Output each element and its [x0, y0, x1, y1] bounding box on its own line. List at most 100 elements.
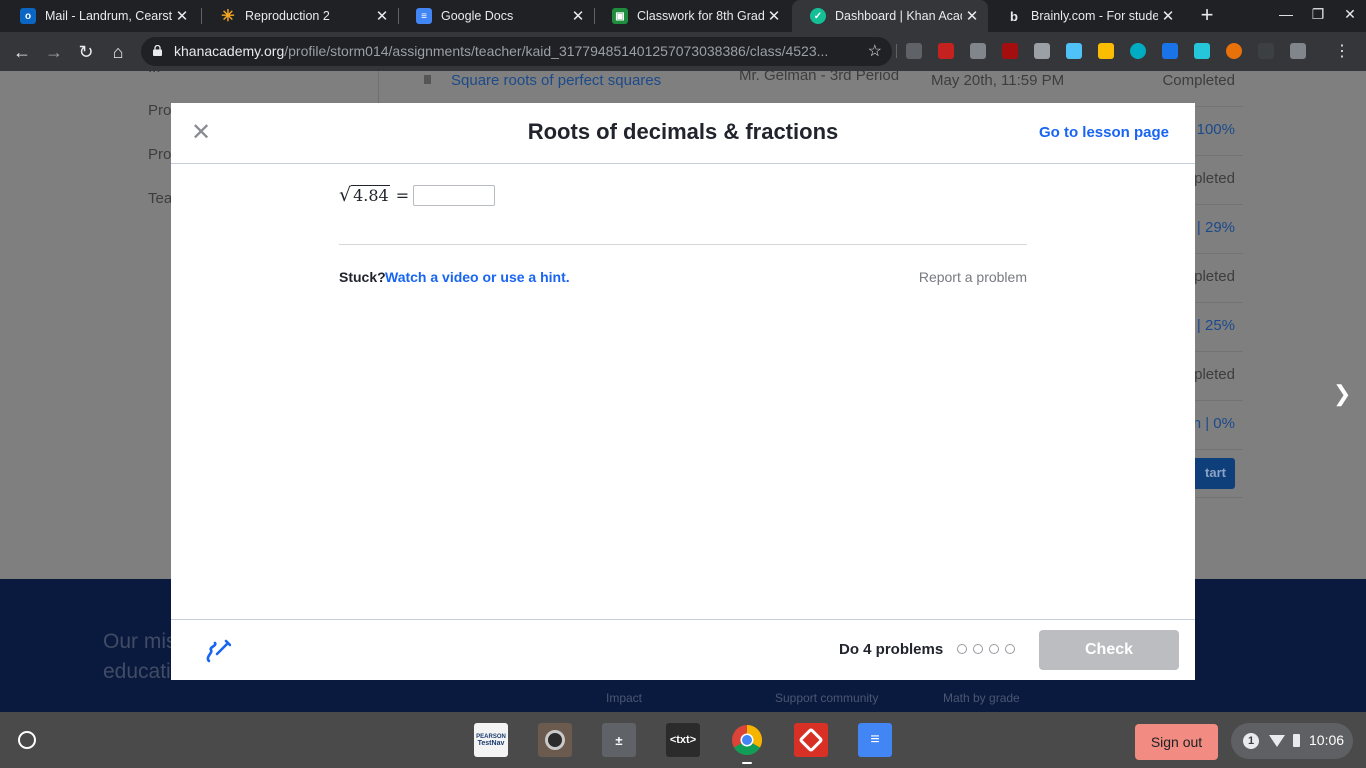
- tab-title: Reproduction 2: [245, 9, 330, 23]
- extension-ct-icon[interactable]: [906, 43, 922, 59]
- extension-blocks-icon[interactable]: [1098, 43, 1114, 59]
- assignment-link[interactable]: Square roots of perfect squares: [451, 72, 661, 89]
- menu-kebab-icon[interactable]: ⋮: [1330, 40, 1354, 64]
- launcher-circle-icon[interactable]: [18, 731, 36, 749]
- status-text: pleted: [1194, 268, 1235, 285]
- progress-dot: [1005, 644, 1015, 654]
- tab-title: Classwork for 8th Grade: [637, 9, 764, 23]
- close-icon[interactable]: ✕: [1158, 7, 1178, 25]
- extension-qr-icon[interactable]: [970, 43, 986, 59]
- reload-icon[interactable]: ↻: [74, 40, 98, 64]
- url-text: khanacademy.org/profile/storm014/assignm…: [174, 43, 829, 59]
- footer-link[interactable]: Support community: [775, 691, 878, 705]
- document-icon: [424, 75, 431, 84]
- progress-dot: [989, 644, 999, 654]
- chevron-right-icon[interactable]: ❯: [1333, 381, 1351, 407]
- status-text: Completed: [1162, 72, 1235, 89]
- forward-arrow-icon[interactable]: →: [42, 40, 66, 64]
- progress-dot: [957, 644, 967, 654]
- math-expression: √ 4.84 =: [339, 185, 413, 205]
- status-text: | 29%: [1196, 219, 1235, 236]
- active-app-indicator: [742, 762, 752, 764]
- home-icon[interactable]: ⌂: [106, 40, 130, 64]
- sign-out-button[interactable]: Sign out: [1135, 724, 1218, 760]
- extension-cup-icon[interactable]: [1194, 43, 1210, 59]
- progress-dot: [973, 644, 983, 654]
- close-icon[interactable]: ✕: [372, 7, 392, 25]
- extension-wave-icon[interactable]: [1162, 43, 1178, 59]
- status-text: pleted: [1194, 366, 1235, 383]
- brainly-icon: b: [1010, 8, 1018, 24]
- tab-brainly[interactable]: b Brainly.com - For students ✕: [988, 0, 1184, 32]
- extension-grid-icon[interactable]: [1258, 43, 1274, 59]
- close-icon[interactable]: ✕: [764, 7, 784, 25]
- extension-arrow-icon[interactable]: [938, 43, 954, 59]
- back-arrow-icon[interactable]: ←: [10, 40, 34, 64]
- text-editor-app[interactable]: <txt>: [666, 723, 700, 757]
- chromeos-shelf: PEARSON TestNav ± <txt> ≡ Sign out 1 10:…: [0, 712, 1366, 768]
- footer-link[interactable]: Math by grade: [943, 691, 1020, 705]
- status-text: pleted: [1194, 170, 1235, 187]
- radicand: 4.84: [351, 185, 390, 205]
- extension-audio-icon[interactable]: [1002, 43, 1018, 59]
- sidebar-item[interactable]: Tea: [148, 190, 172, 207]
- minimize-icon[interactable]: —: [1275, 6, 1297, 26]
- tab-reproduction[interactable]: ✳ Reproduction 2 ✕: [202, 0, 398, 32]
- hint-link[interactable]: Watch a video or use a hint.: [385, 269, 570, 285]
- khan-icon: ✓: [810, 8, 826, 24]
- restore-icon[interactable]: ❐: [1307, 6, 1329, 26]
- extension-puzzle-icon[interactable]: [1290, 43, 1306, 59]
- footer-link[interactable]: Impact: [606, 691, 642, 705]
- notification-badge: 1: [1243, 733, 1259, 749]
- docs-app[interactable]: ≡: [858, 723, 892, 757]
- screencastify-app[interactable]: [794, 723, 828, 757]
- square-root-icon: √: [339, 184, 352, 206]
- sidebar-item[interactable]: Pro: [148, 146, 171, 163]
- window-close-icon[interactable]: ✕: [1339, 6, 1361, 26]
- wifi-icon: [1269, 735, 1285, 747]
- scratchpad-icon[interactable]: [203, 637, 231, 665]
- extension-user-icon[interactable]: [1066, 43, 1082, 59]
- due-date: May 20th, 11:59 PM: [931, 72, 1065, 89]
- extension-color-icon[interactable]: [1226, 43, 1242, 59]
- status-tray[interactable]: 1 10:06: [1231, 723, 1353, 759]
- answer-input[interactable]: [413, 184, 496, 206]
- tab-mail[interactable]: o Mail - Landrum, Cearstar ✕: [2, 0, 198, 32]
- tab-khan-academy[interactable]: ✓ Dashboard | Khan Academy ✕: [792, 0, 988, 32]
- status-text: 100%: [1196, 121, 1235, 138]
- bookmark-star-icon[interactable]: ☆: [868, 41, 882, 61]
- status-text: | 25%: [1196, 317, 1235, 334]
- exercise-modal: ✕ Roots of decimals & fractions Go to le…: [171, 103, 1195, 680]
- progress-dots: [957, 644, 1021, 654]
- close-icon[interactable]: ✕: [962, 7, 982, 25]
- camera-app[interactable]: [538, 723, 572, 757]
- address-bar[interactable]: khanacademy.org/profile/storm014/assignm…: [141, 37, 892, 66]
- close-icon[interactable]: ✕: [568, 7, 588, 25]
- problem-count-label: Do 4 problems: [839, 641, 944, 658]
- extension-compass-icon[interactable]: [1130, 43, 1146, 59]
- status-text: n | 0%: [1192, 415, 1235, 432]
- browser-toolbar: ← → ↻ ⌂ khanacademy.org/profile/storm014…: [0, 32, 1366, 71]
- tab-google-docs[interactable]: ≡ Google Docs ✕: [398, 0, 594, 32]
- docs-icon: ≡: [416, 8, 432, 24]
- calculator-app[interactable]: ±: [602, 723, 636, 757]
- close-icon[interactable]: ✕: [172, 7, 192, 25]
- modal-header: ✕ Roots of decimals & fractions Go to le…: [171, 103, 1195, 164]
- tab-classwork[interactable]: ▣ Classwork for 8th Grade ✕: [594, 0, 790, 32]
- extension-grey-icon[interactable]: [1034, 43, 1050, 59]
- go-to-lesson-link[interactable]: Go to lesson page: [1039, 124, 1169, 141]
- tab-title: Brainly.com - For students: [1031, 9, 1158, 23]
- clock: 10:06: [1309, 732, 1345, 748]
- pearson-testnav-app[interactable]: PEARSON TestNav: [474, 723, 508, 757]
- mission-statement: Our mis educati: [103, 630, 177, 683]
- chrome-app[interactable]: [730, 723, 764, 757]
- asterisk-icon: ✳: [221, 8, 235, 25]
- extension-separator: [896, 44, 897, 58]
- table-row: Square roots of perfect squares Mr. Gelm…: [0, 71, 1366, 107]
- tab-title: Dashboard | Khan Academy: [835, 9, 962, 23]
- chrome-icon: [732, 725, 763, 756]
- check-button[interactable]: Check: [1039, 630, 1179, 670]
- new-tab-plus-icon[interactable]: +: [1196, 4, 1218, 28]
- report-problem-link[interactable]: Report a problem: [919, 269, 1027, 285]
- modal-footer: Do 4 problems Check: [171, 619, 1195, 680]
